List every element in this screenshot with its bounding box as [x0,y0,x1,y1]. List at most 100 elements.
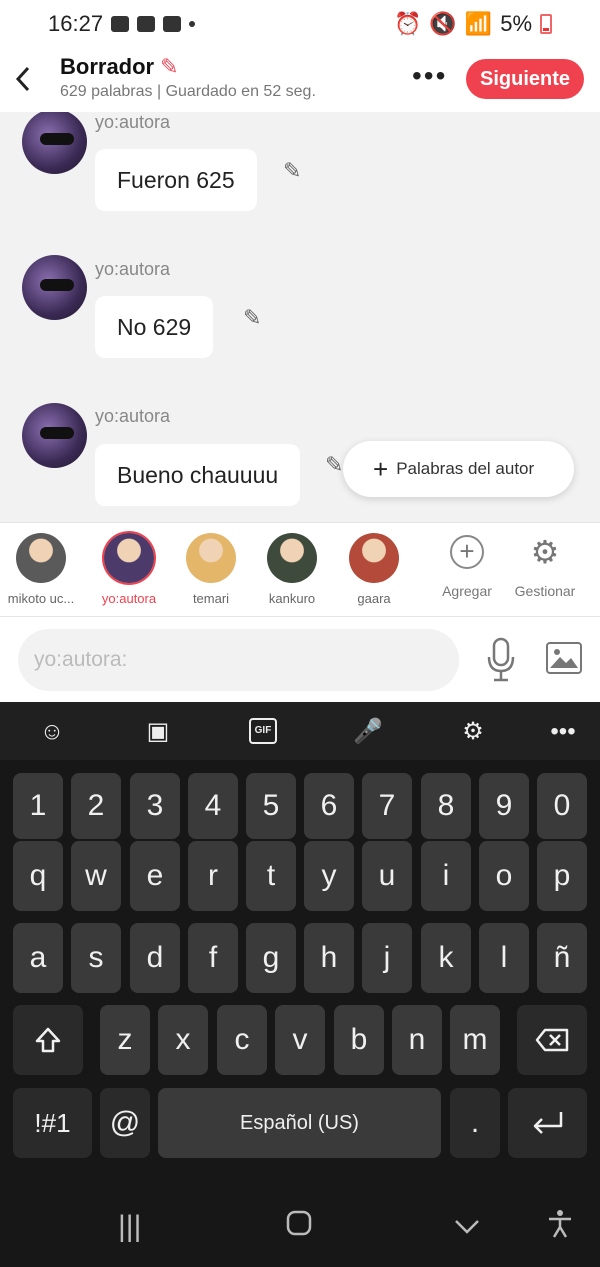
key[interactable]: 9 [479,773,529,839]
edit-message-pencil-icon[interactable]: ✎ [243,305,261,331]
key[interactable]: s [71,923,121,993]
wifi-icon: 📶 [464,11,493,36]
status-time: 16:27 [48,11,104,36]
keyboard-more-icon[interactable]: ••• [543,716,583,748]
status-left: 16:27 [48,11,196,37]
enter-key[interactable] [508,1088,587,1158]
key[interactable]: e [130,841,180,911]
key[interactable]: o [479,841,529,911]
key[interactable]: j [362,923,412,993]
key[interactable]: g [246,923,296,993]
key[interactable]: h [304,923,354,993]
key[interactable]: 0 [537,773,587,839]
key[interactable]: t [246,841,296,911]
character-avatar [349,533,399,583]
period-key[interactable]: . [450,1088,500,1158]
at-key[interactable]: @ [100,1088,150,1158]
avatar-glasses [40,279,74,291]
youtube-notification-icon [137,16,156,32]
character-name: gaara [357,591,391,606]
character-name: kankuro [268,591,316,606]
microphone-icon[interactable] [486,637,516,683]
key[interactable]: i [421,841,471,911]
key[interactable]: q [13,841,63,911]
key[interactable]: n [392,1005,442,1075]
character-avatar [186,533,236,583]
character-gaara[interactable]: gaara [333,533,415,606]
next-button[interactable]: Siguiente [466,59,584,99]
key[interactable]: 5 [246,773,296,839]
key[interactable]: 4 [188,773,238,839]
key[interactable]: 2 [71,773,121,839]
message-author: yo:autora [95,259,171,279]
home-icon[interactable] [285,1209,313,1246]
character-avatar [16,533,66,583]
key[interactable]: f [188,923,238,993]
key[interactable]: r [188,841,238,911]
mute-icon: 🔇 [429,11,457,36]
key[interactable]: b [334,1005,384,1075]
avatar-glasses [40,133,74,145]
key[interactable]: d [130,923,180,993]
message-bubble[interactable]: Bueno chauuuu [95,444,301,506]
back-arrow-icon[interactable] [10,62,36,94]
sticker-icon[interactable]: ▣ [138,716,178,748]
edit-message-pencil-icon[interactable]: ✎ [325,452,343,478]
key[interactable]: a [13,923,63,993]
avatar[interactable] [22,255,87,320]
key[interactable]: p [537,841,587,911]
more-options-button[interactable]: ••• [412,62,447,90]
key[interactable]: y [304,841,354,911]
symbols-key[interactable]: !#1 [13,1088,92,1158]
plus-circle-icon: + [450,535,484,569]
key[interactable]: 7 [362,773,412,839]
avatar[interactable] [22,403,87,468]
backspace-key[interactable] [517,1005,587,1075]
gear-icon: ⚙ [530,534,560,570]
character-mikoto[interactable]: mikoto uc... [0,533,82,606]
key[interactable]: u [362,841,412,911]
hide-keyboard-chevron-icon[interactable] [453,1209,481,1245]
key[interactable]: 1 [13,773,63,839]
edit-title-pencil-icon[interactable]: ✎ [160,54,178,80]
accessibility-icon[interactable] [547,1209,573,1248]
message-bubble[interactable]: No 629 [95,296,214,358]
message-input[interactable] [18,629,459,691]
add-character-button[interactable]: + Agregar [426,535,508,599]
character-yo-autora[interactable]: yo:autora [88,533,170,606]
shift-key[interactable] [13,1005,83,1075]
avatar[interactable] [22,112,87,174]
message-bubble[interactable]: Fueron 625 [95,149,257,211]
key[interactable]: w [71,841,121,911]
key[interactable]: v [275,1005,325,1075]
emoji-icon[interactable]: ☺ [32,716,72,748]
character-kankuro[interactable]: kankuro [251,533,333,606]
key[interactable]: k [421,923,471,993]
key[interactable]: ñ [537,923,587,993]
author-words-button[interactable]: + Palabras del autor [343,441,574,497]
title-row: Borrador ✎ [60,54,316,80]
title-block: Borrador ✎ 629 palabras | Guardado en 52… [60,54,316,101]
key[interactable]: 6 [304,773,354,839]
insert-image-icon[interactable] [546,642,582,674]
status-right: ⏰ 🔇 📶 5% [394,11,552,37]
key[interactable]: z [100,1005,150,1075]
space-key[interactable]: Español (US) [158,1088,441,1158]
recent-apps-icon[interactable]: ||| [118,1209,141,1245]
message-author: yo:autora [95,406,171,426]
on-screen-keyboard: ☺ ▣ GIF 🎤 ⚙ ••• 1 2 3 4 5 6 7 8 9 0 q w … [0,702,600,1267]
key[interactable]: x [158,1005,208,1075]
voice-input-icon[interactable]: 🎤 [348,716,388,748]
gif-button[interactable]: GIF [249,718,277,744]
key[interactable]: l [479,923,529,993]
edit-message-pencil-icon[interactable]: ✎ [283,158,301,184]
key[interactable]: 3 [130,773,180,839]
manage-characters-button[interactable]: ⚙ Gestionar [504,535,586,599]
key[interactable]: 8 [421,773,471,839]
character-temari[interactable]: temari [170,533,252,606]
keyboard-settings-icon[interactable]: ⚙ [453,716,493,748]
key[interactable]: m [450,1005,500,1075]
key[interactable]: c [217,1005,267,1075]
gallery-notification-icon [111,16,130,32]
chat-area[interactable]: yo:autora Fueron 625 ✎ yo:autora No 629 … [0,112,600,522]
